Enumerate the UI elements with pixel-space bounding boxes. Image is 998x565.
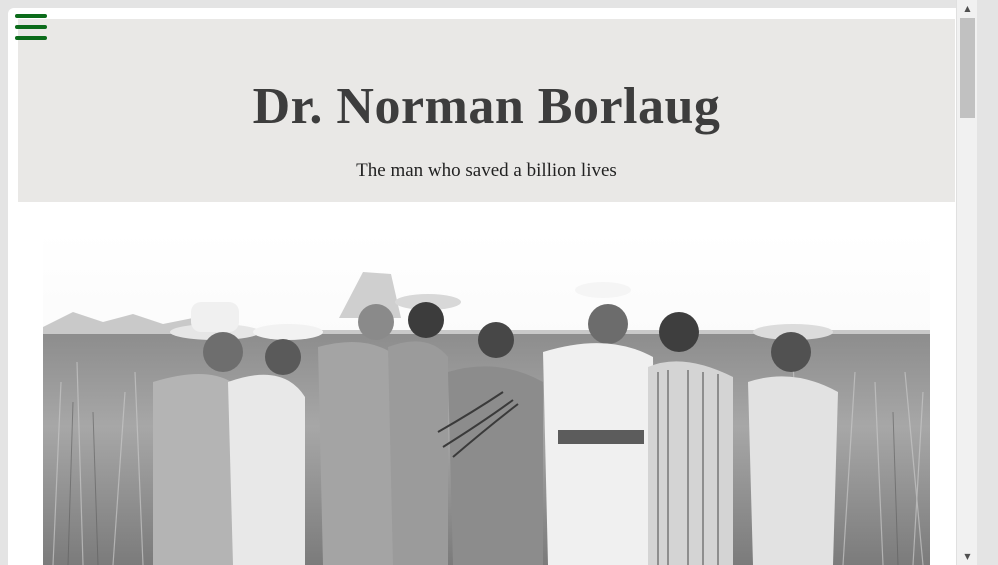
scroll-down-arrow-icon[interactable]: ▼ (957, 548, 978, 565)
browser-viewport: Dr. Norman Borlaug The man who saved a b… (0, 0, 977, 565)
hamburger-bar (15, 25, 47, 29)
page-subtitle: The man who saved a billion lives (356, 160, 617, 181)
hero-photo (43, 232, 930, 565)
scrollbar-thumb[interactable] (960, 18, 975, 118)
page-title: Dr. Norman Borlaug (252, 78, 721, 135)
vertical-scrollbar[interactable]: ▲ ▼ (956, 0, 977, 565)
scroll-up-arrow-icon[interactable]: ▲ (957, 0, 978, 17)
hamburger-bar (15, 36, 47, 40)
header-banner: Dr. Norman Borlaug The man who saved a b… (18, 19, 955, 202)
hamburger-menu-icon[interactable] (15, 14, 48, 40)
hamburger-bar (15, 14, 47, 18)
wheat-field-photo (43, 232, 930, 565)
